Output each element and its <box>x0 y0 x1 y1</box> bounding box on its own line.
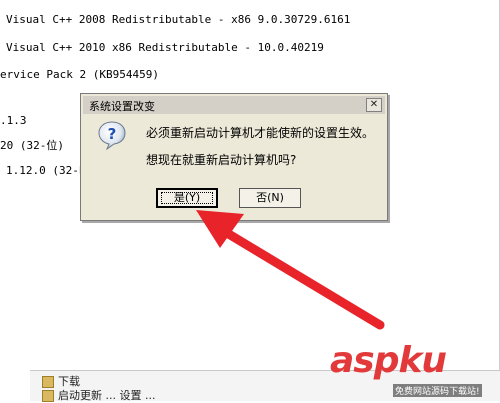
watermark-logo: aspku 免费网站源码下载站! <box>330 340 496 398</box>
arrow-shaft <box>217 225 385 330</box>
watermark-tagline: 免费网站源码下载站! <box>393 384 482 397</box>
watermark-brand: aspku <box>330 340 447 381</box>
